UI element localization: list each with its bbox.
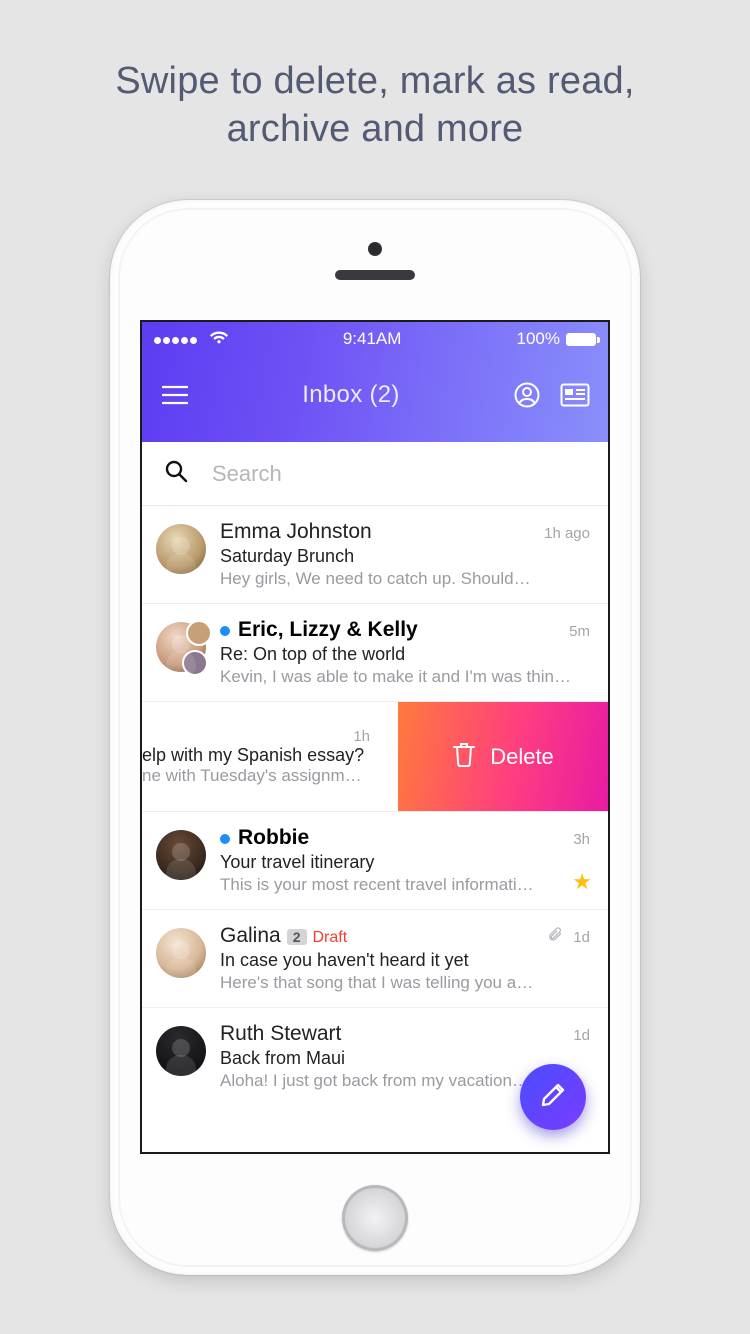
email-subject: Back from Maui <box>220 1048 590 1069</box>
email-row-swiped[interactable]: 1h elp with my Spanish essay? ne with Tu… <box>142 702 608 812</box>
draft-label: Draft <box>313 929 348 947</box>
email-time: 1d <box>547 926 590 946</box>
avatar <box>156 524 206 574</box>
email-time: 5m <box>569 623 590 640</box>
email-row[interactable]: Robbie 3h Your travel itinerary This is … <box>142 812 608 910</box>
news-icon[interactable] <box>558 378 592 412</box>
email-time: 1h ago <box>544 525 590 542</box>
nav-title[interactable]: Inbox (2) <box>192 381 510 409</box>
pencil-icon <box>539 1081 567 1114</box>
email-row[interactable]: Galina 2 Draft 1d In case you haven't he… <box>142 910 608 1008</box>
star-icon[interactable]: ★ <box>572 869 592 895</box>
avatar <box>156 928 206 978</box>
email-preview: ne with Tuesday's assignm… <box>142 766 384 786</box>
email-preview: This is your most recent travel informat… <box>220 875 590 895</box>
sender-name: Galina <box>220 924 281 948</box>
account-icon[interactable] <box>510 378 544 412</box>
phone-frame: 9:41AM 100% Inbox (2) <box>110 200 640 1275</box>
attachment-icon <box>547 929 567 946</box>
avatar <box>156 830 206 880</box>
nav-bar: Inbox (2) <box>142 356 608 442</box>
unread-dot-icon <box>220 834 230 844</box>
phone-speaker <box>335 270 415 280</box>
email-time: 3h <box>573 831 590 848</box>
app-screen: 9:41AM 100% Inbox (2) <box>140 320 610 1154</box>
email-row[interactable]: Emma Johnston 1h ago Saturday Brunch Hey… <box>142 506 608 604</box>
swipe-delete-label: Delete <box>490 744 554 770</box>
email-subject: Your travel itinerary <box>220 852 590 873</box>
status-bar: 9:41AM 100% <box>142 322 608 356</box>
email-subject: In case you haven't heard it yet <box>220 950 590 971</box>
swipe-delete-button[interactable]: Delete <box>398 702 608 811</box>
unread-dot-icon <box>220 626 230 636</box>
signal-wifi <box>154 329 228 349</box>
email-preview: Kevin, I was able to make it and I'm was… <box>220 667 590 687</box>
sender-name: Eric, Lizzy & Kelly <box>238 618 418 642</box>
email-time: 1h <box>142 728 384 745</box>
email-subject: Re: On top of the world <box>220 644 590 665</box>
sender-name: Robbie <box>238 826 309 850</box>
promo-heading: Swipe to delete, mark as read, archive a… <box>0 58 750 153</box>
email-subject: Saturday Brunch <box>220 546 590 567</box>
wifi-icon <box>210 329 228 348</box>
search-input[interactable] <box>212 461 586 487</box>
email-subject: elp with my Spanish essay? <box>142 745 384 766</box>
email-preview: Here's that song that I was telling you … <box>220 973 590 993</box>
thread-count-badge: 2 <box>287 929 307 945</box>
status-time: 9:41AM <box>343 329 402 349</box>
search-icon <box>164 459 188 488</box>
sender-name: Emma Johnston <box>220 520 372 544</box>
phone-camera <box>368 242 382 256</box>
email-row[interactable]: Eric, Lizzy & Kelly 5m Re: On top of the… <box>142 604 608 702</box>
top-bar: 9:41AM 100% Inbox (2) <box>142 322 608 442</box>
menu-icon[interactable] <box>158 378 192 412</box>
status-battery: 100% <box>517 329 596 349</box>
email-time: 1d <box>573 1027 590 1044</box>
email-preview: Hey girls, We need to catch up. Should… <box>220 569 590 589</box>
compose-button[interactable] <box>520 1064 586 1130</box>
trash-icon <box>452 741 476 773</box>
home-button[interactable] <box>342 1185 408 1251</box>
search-row[interactable] <box>142 442 608 506</box>
sender-name: Ruth Stewart <box>220 1022 341 1046</box>
avatar-group <box>156 622 206 672</box>
avatar <box>156 1026 206 1076</box>
